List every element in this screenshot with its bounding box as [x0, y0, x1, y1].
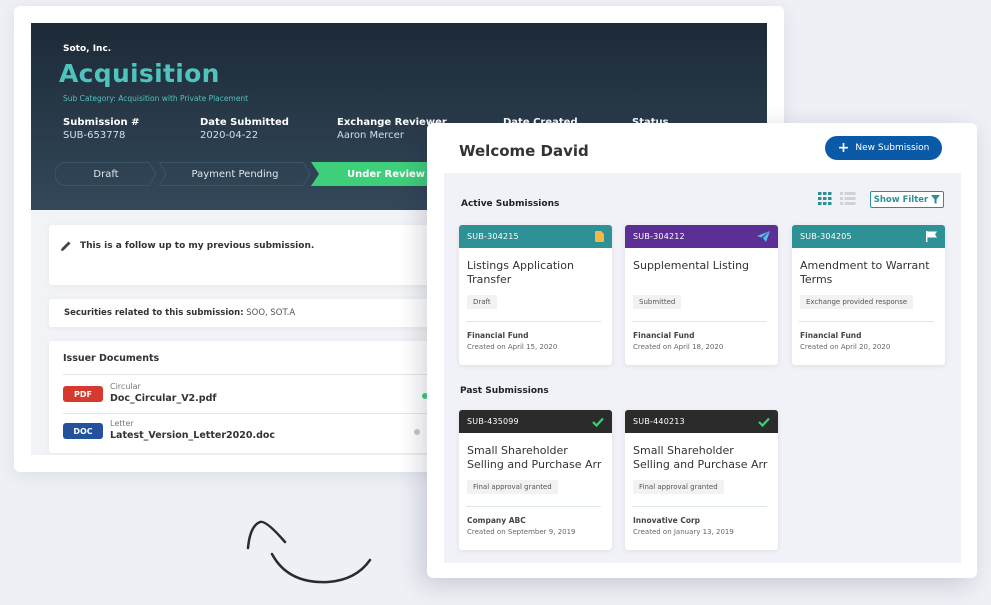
created-date: Created on April 15, 2020	[467, 343, 558, 351]
show-filter-label: Show Filter	[873, 194, 929, 205]
organization: Financial Fund	[800, 331, 862, 340]
status-tag: Exchange provided response	[800, 295, 914, 309]
step-draft[interactable]: Draft	[55, 162, 157, 186]
company-name: Soto, Inc.	[63, 44, 112, 54]
submission-title: Small Shareholder Selling and Purchase A…	[467, 444, 602, 471]
welcome-heading: Welcome David	[459, 142, 589, 160]
submission-id: SUB-304205	[800, 232, 852, 241]
card-header: SUB-440213	[625, 410, 778, 433]
submissions-dashboard: Active Submissions Show Filter SUB-30421…	[444, 173, 961, 563]
meta-date-submitted: Date Submitted 2020-04-22	[200, 117, 289, 141]
meta-value: SUB-653778	[63, 130, 126, 141]
document-name[interactable]: Doc_Circular_V2.pdf	[110, 393, 217, 404]
pdf-badge: PDF	[63, 386, 103, 402]
documents-title: Issuer Documents	[63, 353, 160, 364]
status-dot	[414, 429, 420, 435]
document-type: Letter	[110, 419, 134, 428]
organization: Financial Fund	[467, 331, 529, 340]
pencil-icon	[61, 241, 71, 251]
status-tag: Final approval granted	[467, 480, 558, 494]
document-name[interactable]: Latest_Version_Letter2020.doc	[110, 430, 275, 441]
status-tag: Final approval granted	[633, 480, 724, 494]
document-type: Circular	[110, 382, 141, 391]
submission-title: Supplemental Listing	[633, 259, 750, 272]
grid-view-icon[interactable]	[818, 192, 832, 205]
paper-plane-icon	[757, 231, 770, 242]
created-date: Created on April 18, 2020	[633, 343, 724, 351]
securities-value: SOO, SOT.A	[246, 308, 296, 318]
submission-id: SUB-304215	[467, 232, 519, 241]
step-label: Draft	[93, 168, 119, 180]
submission-title: Acquisition	[59, 59, 220, 88]
organization: Innovative Corp	[633, 516, 701, 525]
meta-value: 2020-04-22	[200, 130, 259, 141]
status-tag: Draft	[467, 295, 497, 309]
submission-id: SUB-304212	[633, 232, 685, 241]
submission-title: Amendment to Warrant Terms	[800, 259, 930, 286]
organization: Company ABC	[467, 516, 526, 525]
new-submission-button[interactable]: + New Submission	[825, 136, 942, 160]
created-date: Created on April 20, 2020	[800, 343, 891, 351]
divider	[632, 506, 767, 507]
sub-category: Sub Category: Acquisition with Private P…	[63, 94, 249, 103]
created-date: Created on September 9, 2019	[467, 528, 576, 536]
filter-icon	[931, 195, 941, 204]
list-view-icon[interactable]	[840, 192, 856, 205]
status-tag: Submitted	[633, 295, 682, 309]
securities-text: Securities related to this submission: S…	[64, 308, 295, 318]
note-text: This is a follow up to my previous submi…	[80, 241, 315, 251]
divider	[466, 321, 601, 322]
submission-title: Listings Application Transfer	[467, 259, 574, 286]
card-header: SUB-435099	[459, 410, 612, 433]
card-header: SUB-304212	[625, 225, 778, 248]
meta-label: Submission #	[63, 117, 140, 128]
submission-card[interactable]: SUB-435099 Small Shareholder Selling and…	[459, 410, 612, 550]
dashboard-window: Welcome David + New Submission Active Su…	[427, 123, 977, 578]
meta-submission-number: Submission # SUB-653778	[63, 117, 140, 141]
new-submission-label: New Submission	[855, 143, 930, 153]
submission-card[interactable]: SUB-304215 Listings Application Transfer…	[459, 225, 612, 365]
submission-card[interactable]: SUB-304212 Supplemental Listing Submitte…	[625, 225, 778, 365]
curved-arrow-icon	[246, 520, 372, 584]
flag-icon	[926, 231, 937, 242]
divider	[466, 506, 601, 507]
check-icon	[592, 417, 604, 427]
created-date: Created on January 13, 2019	[633, 528, 734, 536]
document-icon	[595, 231, 604, 242]
meta-label: Date Submitted	[200, 117, 289, 128]
active-submissions-title: Active Submissions	[461, 199, 560, 209]
show-filter-button[interactable]: Show Filter	[870, 191, 944, 208]
organization: Financial Fund	[633, 331, 695, 340]
submission-id: SUB-440213	[633, 417, 685, 426]
submission-title: Small Shareholder Selling and Purchase A…	[633, 444, 768, 471]
divider	[799, 321, 934, 322]
step-label: Payment Pending	[191, 168, 279, 180]
check-icon	[758, 417, 770, 427]
past-submissions-title: Past Submissions	[460, 386, 549, 396]
plus-icon: +	[837, 140, 850, 156]
card-header: SUB-304215	[459, 225, 612, 248]
step-payment-pending[interactable]: Payment Pending	[159, 162, 311, 186]
submission-card[interactable]: SUB-440213 Small Shareholder Selling and…	[625, 410, 778, 550]
card-header: SUB-304205	[792, 225, 945, 248]
submission-card[interactable]: SUB-304205 Amendment to Warrant Terms Ex…	[792, 225, 945, 365]
doc-badge: DOC	[63, 423, 103, 439]
divider	[632, 321, 767, 322]
securities-label: Securities related to this submission:	[64, 308, 244, 318]
step-label: Under Review	[346, 168, 426, 180]
submission-id: SUB-435099	[467, 417, 519, 426]
